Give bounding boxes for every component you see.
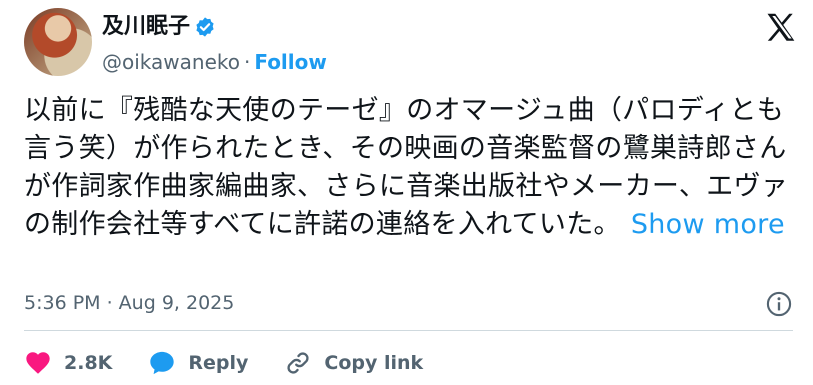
- verified-badge-icon: [196, 17, 214, 37]
- copy-link-label: Copy link: [324, 352, 424, 374]
- separator-dot: ·: [243, 50, 251, 74]
- show-more-link[interactable]: Show more: [631, 209, 785, 240]
- tweet-header: 及川眠子 @oikawaneko · Follow: [24, 8, 799, 80]
- x-logo-icon[interactable]: [763, 10, 799, 46]
- user-handle[interactable]: @oikawaneko: [102, 50, 240, 74]
- speech-bubble-icon: [150, 351, 175, 375]
- display-name[interactable]: 及川眠子: [102, 14, 190, 40]
- name-row: 及川眠子: [102, 14, 216, 40]
- divider: [24, 330, 793, 331]
- copy-link-button[interactable]: Copy link: [284, 349, 423, 377]
- like-count: 2.8K: [64, 352, 113, 374]
- handle-row: @oikawaneko · Follow: [102, 49, 327, 75]
- reply-label: Reply: [188, 352, 249, 374]
- follow-button[interactable]: Follow: [254, 50, 327, 74]
- info-icon[interactable]: [765, 290, 793, 318]
- action-bar: 2.8K Reply Copy link: [24, 349, 459, 377]
- link-icon: [287, 352, 310, 374]
- tweet-body: 以前に『残酷な天使のテーゼ』のオマージュ曲（パロディとも言う笑）が作られたとき、…: [24, 92, 794, 244]
- avatar[interactable]: [24, 8, 92, 76]
- reply-button[interactable]: Reply: [148, 349, 248, 377]
- tweet-timestamp[interactable]: 5:36 PM · Aug 9, 2025: [24, 292, 234, 314]
- heart-icon: [26, 352, 50, 374]
- like-button[interactable]: 2.8K: [24, 349, 112, 377]
